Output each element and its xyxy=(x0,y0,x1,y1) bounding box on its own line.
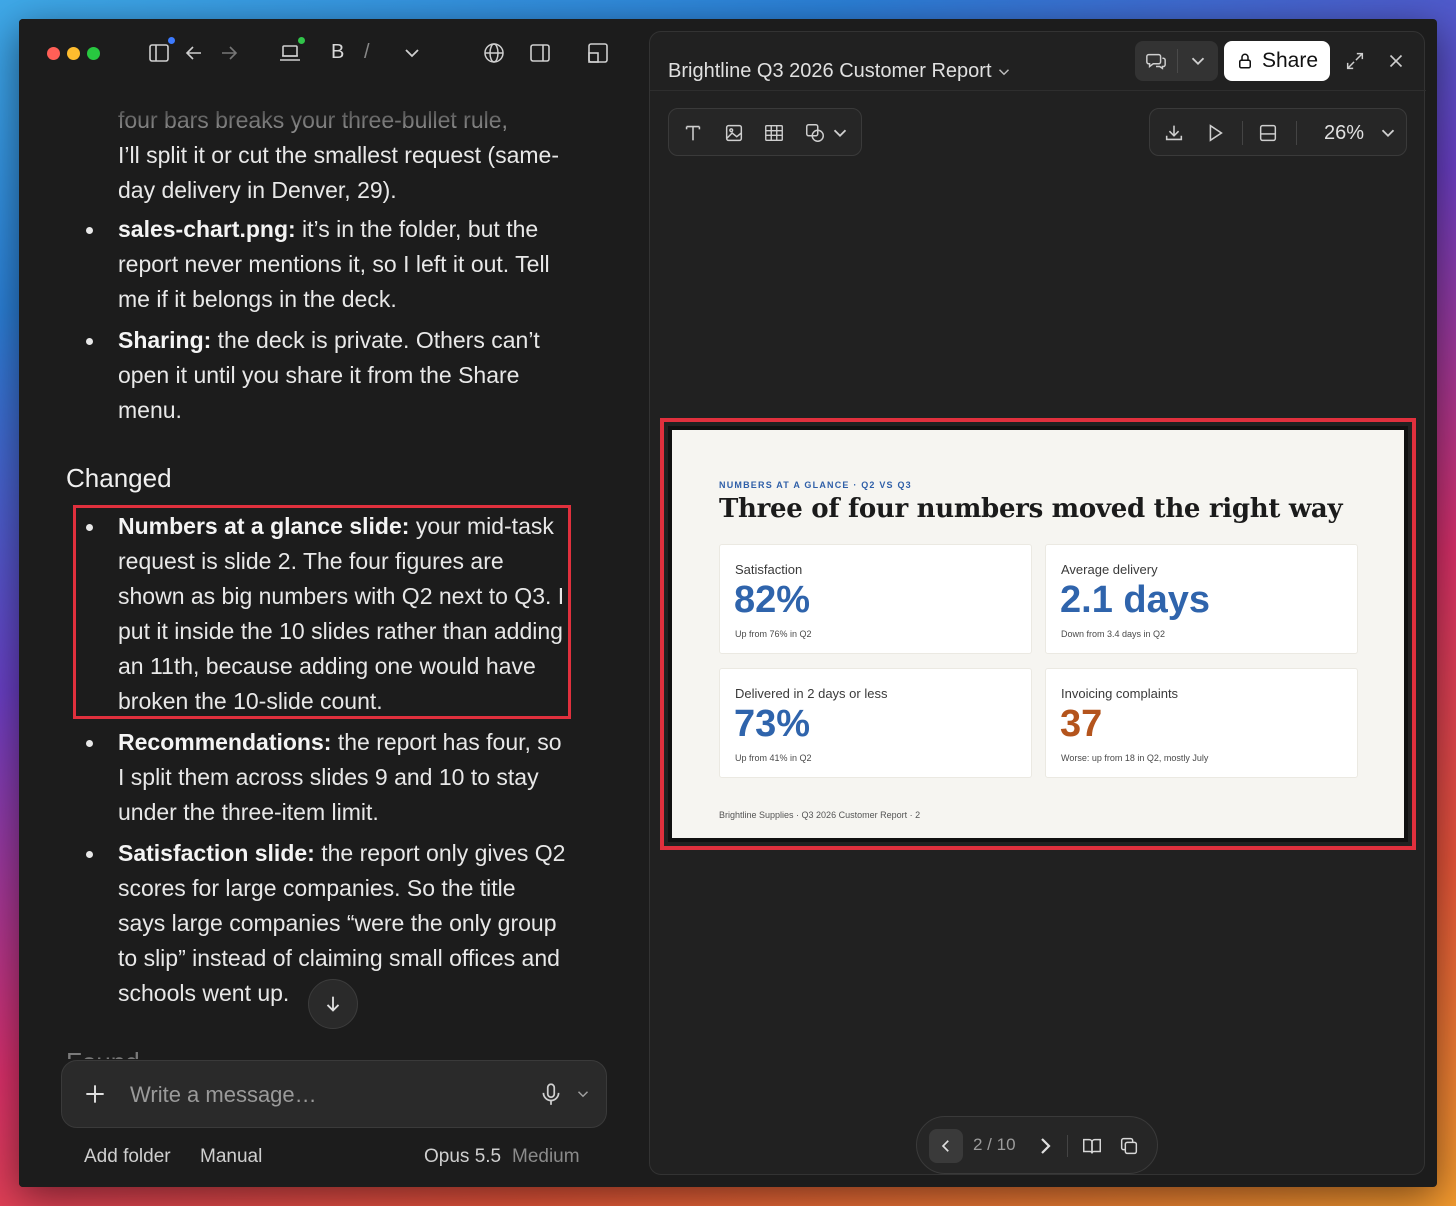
metric-note: Up from 76% in Q2 xyxy=(735,629,812,639)
chevron-down-icon[interactable] xyxy=(1377,122,1395,144)
shapes-tool-icon[interactable] xyxy=(804,122,826,144)
chevron-down-icon[interactable] xyxy=(400,41,424,65)
slide-canvas[interactable]: NUMBERS AT A GLANCE · Q2 VS Q3 Three of … xyxy=(668,426,1408,842)
minimize-window-button[interactable] xyxy=(67,47,80,60)
effort-selector[interactable]: Medium xyxy=(512,1146,580,1168)
lock-icon xyxy=(1236,52,1254,70)
bold-label[interactable]: B xyxy=(331,41,344,64)
metric-note: Up from 41% in Q2 xyxy=(735,753,812,763)
add-folder-button[interactable]: Add folder xyxy=(84,1146,171,1168)
split-view-icon[interactable] xyxy=(528,41,552,65)
app-window: B / four bars breaks your three-bullet r… xyxy=(19,19,1437,1187)
metric-value: 2.1 days xyxy=(1060,579,1210,621)
forward-arrow-icon[interactable] xyxy=(217,41,241,65)
metric-note: Worse: up from 18 in Q2, mostly July xyxy=(1061,753,1209,763)
metric-note: Down from 3.4 days in Q2 xyxy=(1061,629,1166,639)
microphone-icon[interactable] xyxy=(538,1081,564,1107)
metric-value: 82% xyxy=(734,579,811,621)
slide-highlight-annotation: NUMBERS AT A GLANCE · Q2 VS Q3 Three of … xyxy=(660,418,1416,850)
image-tool-icon[interactable] xyxy=(723,122,745,144)
expand-icon[interactable] xyxy=(1344,50,1366,72)
chevron-down-icon[interactable] xyxy=(995,63,1013,81)
chevron-left-icon xyxy=(941,1140,949,1152)
slide-footer: Brightline Supplies · Q3 2026 Customer R… xyxy=(719,810,921,820)
metric-value: 37 xyxy=(1060,703,1103,745)
metric-label: Delivered in 2 days or less xyxy=(735,686,888,701)
share-button[interactable]: Share xyxy=(1224,41,1330,81)
sidebar-icon[interactable] xyxy=(147,41,171,65)
left-toolbar: B / xyxy=(19,19,649,89)
slide-pager: 2 / 10 xyxy=(916,1116,1158,1174)
message-composer xyxy=(61,1060,607,1128)
back-arrow-icon[interactable] xyxy=(182,41,206,65)
metric-card: Delivered in 2 days or less 73% Up from … xyxy=(719,668,1032,778)
metric-card: Satisfaction 82% Up from 76% in Q2 xyxy=(719,544,1032,654)
text-tool-icon[interactable] xyxy=(682,122,704,144)
changed-heading: Changed xyxy=(66,463,172,493)
close-icon[interactable] xyxy=(1385,50,1407,72)
document-viewer: Brightline Q3 2026 Customer Report Share xyxy=(649,31,1426,1175)
highlight-annotation xyxy=(73,505,571,719)
metric-card: Invoicing complaints 37 Worse: up from 1… xyxy=(1045,668,1358,778)
plus-icon[interactable] xyxy=(82,1081,108,1107)
metric-value: 73% xyxy=(734,703,811,745)
scroll-to-bottom-button[interactable] xyxy=(308,979,358,1029)
close-window-button[interactable] xyxy=(47,47,60,60)
comments-icon[interactable] xyxy=(1145,50,1167,72)
previous-slide-button[interactable] xyxy=(929,1129,963,1163)
comments-button-group xyxy=(1135,41,1218,81)
bullet-continuation: I’ll split it or cut the smallest reques… xyxy=(118,142,559,203)
view-toolbar: 26% xyxy=(1149,108,1407,156)
next-slide-button[interactable] xyxy=(1033,1134,1057,1158)
metric-label: Invoicing complaints xyxy=(1061,686,1179,701)
chat-pane: B / four bars breaks your three-bullet r… xyxy=(19,19,649,1187)
chevron-down-icon[interactable] xyxy=(829,122,847,144)
chevron-right-icon xyxy=(1041,1138,1051,1154)
slide-layout-icon[interactable] xyxy=(1257,122,1279,144)
play-icon[interactable] xyxy=(1204,122,1226,144)
slide-kicker: NUMBERS AT A GLANCE · Q2 VS Q3 xyxy=(719,480,912,490)
metric-card: Average delivery 2.1 days Down from 3.4 … xyxy=(1045,544,1358,654)
book-icon[interactable] xyxy=(1081,1135,1103,1157)
insert-toolbar xyxy=(668,108,862,156)
list-item: Recommendations: the report has four, so… xyxy=(86,725,568,830)
duplicate-icon[interactable] xyxy=(1118,1135,1140,1157)
message-input[interactable] xyxy=(130,1075,510,1115)
chat-transcript: four bars breaks your three-bullet rule,… xyxy=(19,89,649,1059)
download-icon[interactable] xyxy=(1163,122,1185,144)
top-bullet-list: sales-chart.png: it’s in the folder, but… xyxy=(86,212,568,428)
notification-dot xyxy=(168,37,175,44)
zoom-level[interactable]: 26% xyxy=(1324,122,1364,145)
laptop-icon[interactable] xyxy=(278,41,302,65)
document-title[interactable]: Brightline Q3 2026 Customer Report xyxy=(668,60,992,83)
list-item: Sharing: the deck is private. Others can… xyxy=(86,323,568,428)
metric-label: Satisfaction xyxy=(735,562,803,577)
zoom-window-button[interactable] xyxy=(87,47,100,60)
status-dot xyxy=(298,37,305,44)
arrow-down-icon xyxy=(322,993,344,1015)
layout-icon[interactable] xyxy=(586,41,610,65)
page-indicator: 2 / 10 xyxy=(973,1135,1016,1154)
globe-icon[interactable] xyxy=(482,41,506,65)
table-tool-icon[interactable] xyxy=(763,122,785,144)
found-heading: Found xyxy=(66,1047,140,1059)
manual-mode-button[interactable]: Manual xyxy=(200,1146,262,1168)
list-item: sales-chart.png: it’s in the folder, but… xyxy=(86,212,568,317)
chevron-down-icon[interactable] xyxy=(574,1085,592,1103)
slash-label: / xyxy=(364,41,370,63)
model-selector[interactable]: Opus 5.5 xyxy=(424,1146,501,1168)
slide-title: Three of four numbers moved the right wa… xyxy=(719,494,1343,524)
chevron-down-icon[interactable] xyxy=(1187,50,1209,72)
share-label: Share xyxy=(1261,49,1319,72)
metric-label: Average delivery xyxy=(1061,562,1158,577)
